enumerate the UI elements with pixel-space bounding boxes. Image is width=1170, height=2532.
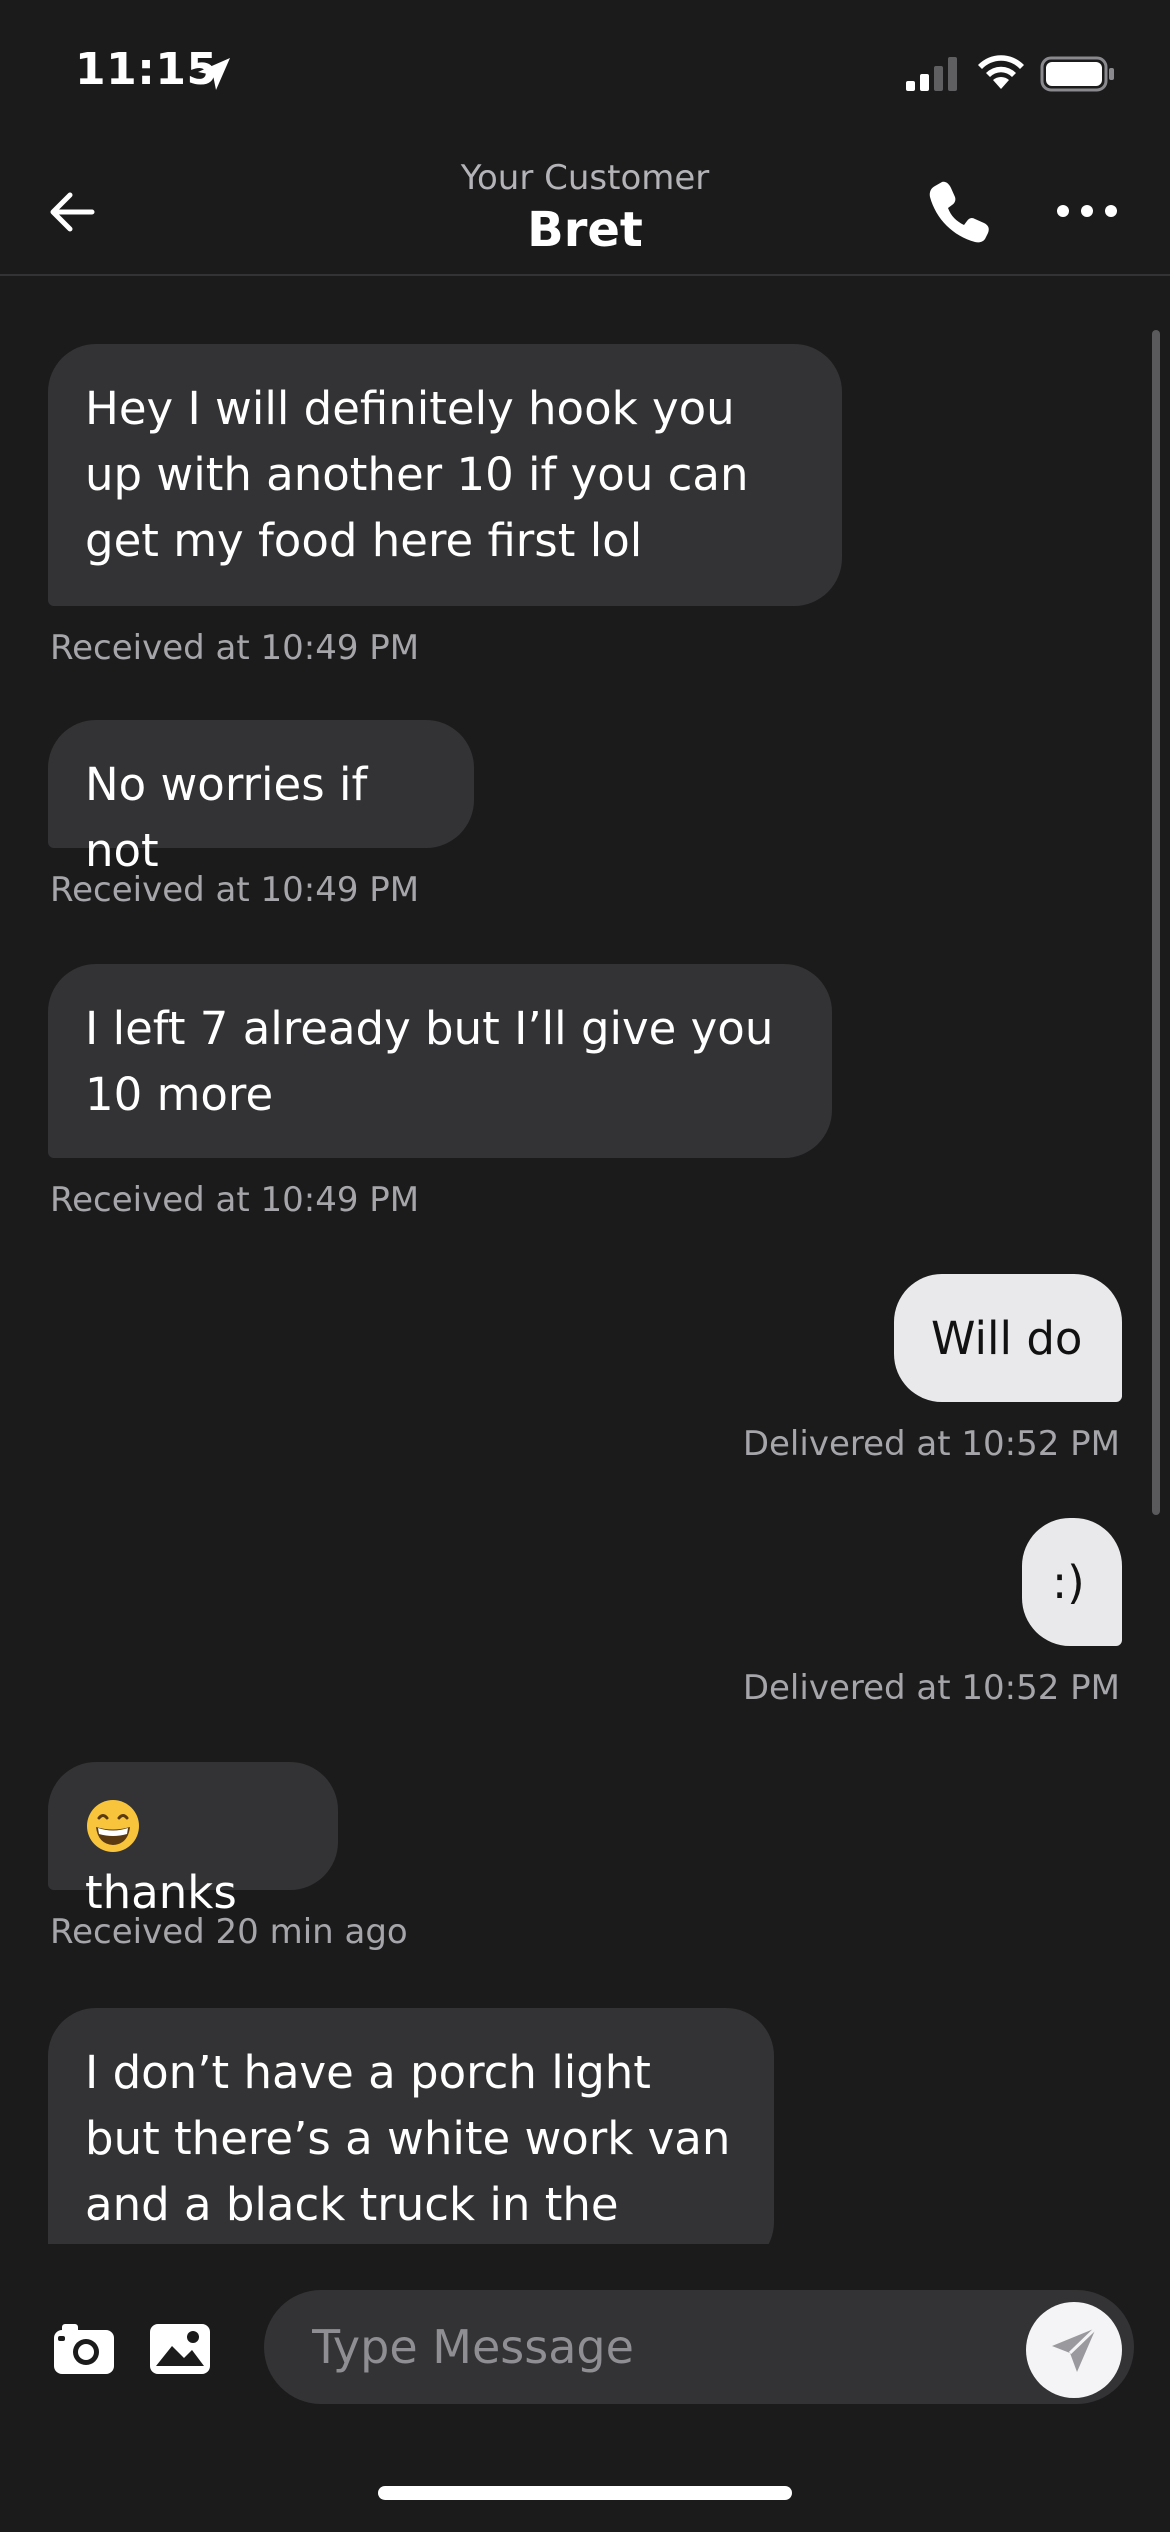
message-timestamp: Delivered at 10:52 PM (742, 1668, 1120, 1708)
message-list[interactable]: Hey I will definitely hook you up with a… (0, 276, 1170, 2244)
send-icon (1052, 2326, 1098, 2372)
cellular-signal-icon (906, 57, 957, 91)
more-options-icon[interactable] (1052, 186, 1122, 236)
message-timestamp: Received at 10:49 PM (50, 628, 420, 668)
message-text: Will do (931, 1312, 1083, 1365)
grinning-face-emoji-icon (87, 1800, 139, 1852)
chat-header: Your Customer Bret (0, 150, 1170, 276)
scrollbar[interactable] (1152, 330, 1160, 1515)
camera-icon[interactable] (50, 2322, 118, 2378)
message-bubble-incoming[interactable]: I left 7 already but I’ll give you 10 mo… (48, 964, 832, 1158)
battery-icon (1040, 56, 1114, 92)
location-arrow-icon (198, 58, 230, 90)
send-button[interactable] (1026, 2302, 1122, 2398)
message-timestamp: Received 20 min ago (50, 1912, 408, 1952)
message-bubble-outgoing[interactable]: Will do (894, 1274, 1122, 1402)
message-input[interactable] (264, 2290, 1134, 2404)
message-bubble-incoming[interactable]: I don’t have a porch light but there’s a… (48, 2008, 774, 2244)
message-timestamp: Delivered at 10:52 PM (742, 1424, 1120, 1464)
message-text: No worries if not (85, 758, 368, 877)
message-text: Hey I will definitely hook you up with a… (85, 382, 749, 567)
message-bubble-incoming[interactable]: Hey I will definitely hook you up with a… (48, 344, 842, 606)
phone-icon[interactable] (922, 176, 992, 246)
message-bubble-outgoing[interactable]: :) (1022, 1518, 1122, 1646)
message-input-bar (0, 2244, 1170, 2444)
message-text: :) (1052, 1556, 1085, 1609)
message-bubble-incoming[interactable]: No worries if not (48, 720, 474, 877)
status-bar: 11:15 (0, 0, 1170, 150)
contact-name: Bret (527, 202, 643, 258)
photo-gallery-icon[interactable] (146, 2320, 214, 2378)
home-indicator (378, 2486, 792, 2500)
wifi-icon (978, 55, 1024, 89)
message-bubble-incoming[interactable]: thanks (48, 1762, 338, 1919)
message-text: I left 7 already but I’ll give you 10 mo… (85, 1002, 774, 1121)
message-timestamp: Received at 10:49 PM (50, 1180, 420, 1220)
message-text: I don’t have a porch light but there’s a… (85, 2046, 731, 2231)
message-timestamp: Received at 10:49 PM (50, 870, 420, 910)
header-subtitle: Your Customer (460, 158, 710, 198)
